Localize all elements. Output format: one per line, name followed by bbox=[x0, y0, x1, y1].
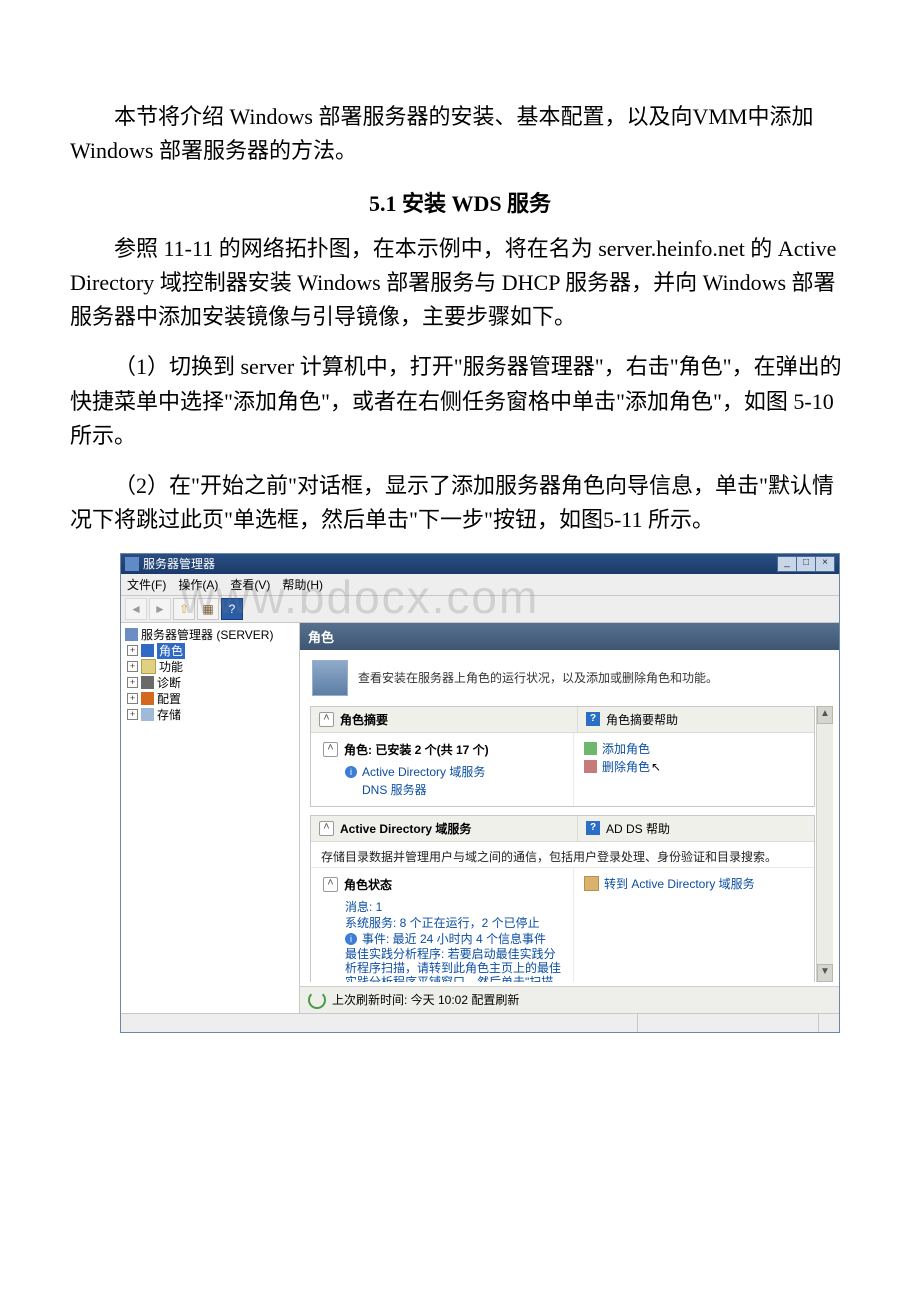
help-icon: ? bbox=[586, 821, 600, 835]
role-status-title: 角色状态 bbox=[344, 876, 392, 893]
scroll-up-icon[interactable]: ▲ bbox=[817, 706, 833, 724]
cursor-icon: ↖ bbox=[651, 760, 661, 774]
messages-link[interactable]: 消息: 1 bbox=[345, 900, 382, 914]
roles-large-icon bbox=[312, 660, 348, 696]
bpa-link[interactable]: 最佳实践分析程序: 若要启动最佳实践分析程序扫描，请转到此角色主页上的最佳实践分… bbox=[345, 947, 561, 982]
menu-bar: 文件(F) 操作(A) 查看(V) 帮助(H) bbox=[121, 574, 839, 596]
vertical-scrollbar[interactable]: ▲ ▼ bbox=[816, 706, 833, 982]
up-folder-button[interactable]: ⇧ bbox=[173, 598, 195, 620]
installed-roles-label: 角色: 已安装 2 个(共 17 个) bbox=[344, 741, 489, 758]
intro-paragraph: 本节将介绍 Windows 部署服务器的安装、基本配置，以及向VMM中添加 Wi… bbox=[70, 100, 850, 168]
content-pane: 角色 查看安装在服务器上角色的运行状况，以及添加或删除角色和功能。 ▲ ▼ bbox=[300, 623, 839, 1013]
nav-forward-button[interactable]: ► bbox=[149, 598, 171, 620]
adds-help-link[interactable]: AD DS 帮助 bbox=[606, 820, 670, 837]
section-heading: 5.1 安装 WDS 服务 bbox=[70, 186, 850, 218]
expand-icon[interactable]: + bbox=[127, 709, 138, 720]
adds-description: 存储目录数据并管理用户与域之间的通信，包括用户登录处理、身份验证和目录搜索。 bbox=[311, 842, 814, 867]
storage-icon bbox=[141, 708, 154, 721]
remove-role-icon bbox=[584, 760, 597, 773]
tree-item-storage[interactable]: + 存储 bbox=[127, 707, 295, 723]
content-header: 角色 bbox=[300, 623, 839, 650]
tree-item-roles[interactable]: + 角色 bbox=[127, 643, 295, 659]
roles-summary-title: 角色摘要 bbox=[340, 711, 388, 728]
figure-5-10: www.bdocx.com 服务器管理器 _ □ × 文件(F) 操作(A) 查… bbox=[70, 553, 850, 1033]
maximize-button[interactable]: □ bbox=[796, 556, 816, 572]
tree-item-configuration[interactable]: + 配置 bbox=[127, 691, 295, 707]
server-icon bbox=[125, 628, 138, 641]
goto-icon bbox=[584, 876, 599, 891]
add-role-icon bbox=[584, 742, 597, 755]
tree-item-diagnostics[interactable]: + 诊断 bbox=[127, 675, 295, 691]
tree-item-features[interactable]: + 功能 bbox=[127, 659, 295, 675]
menu-help[interactable]: 帮助(H) bbox=[282, 576, 323, 593]
services-link[interactable]: 系统服务: 8 个正在运行，2 个已停止 bbox=[345, 916, 540, 930]
step-1-paragraph: （1）切换到 server 计算机中，打开"服务器管理器"，右击"角色"，在弹出… bbox=[70, 350, 850, 452]
role-dns-link[interactable]: DNS 服务器 bbox=[362, 782, 427, 798]
collapse-icon[interactable]: ˄ bbox=[323, 877, 338, 892]
goto-adds-link[interactable]: 转到 Active Directory 域服务 bbox=[604, 876, 755, 892]
configuration-icon bbox=[141, 692, 154, 705]
app-icon bbox=[125, 557, 139, 571]
refresh-icon bbox=[308, 991, 326, 1009]
features-icon bbox=[141, 659, 156, 674]
expand-icon[interactable]: + bbox=[127, 661, 138, 672]
adds-title: Active Directory 域服务 bbox=[340, 820, 471, 837]
remove-role-link[interactable]: 删除角色 bbox=[602, 759, 650, 775]
info-icon: i bbox=[345, 933, 357, 945]
diagnostics-icon bbox=[141, 676, 154, 689]
tree-root[interactable]: 服务器管理器 (SERVER) bbox=[125, 627, 295, 643]
minimize-button[interactable]: _ bbox=[777, 556, 797, 572]
collapse-icon[interactable]: ˄ bbox=[323, 742, 338, 757]
roles-summary-help-link[interactable]: 角色摘要帮助 bbox=[606, 711, 678, 728]
menu-file[interactable]: 文件(F) bbox=[127, 576, 166, 593]
expand-icon[interactable]: + bbox=[127, 645, 138, 656]
scroll-down-icon[interactable]: ▼ bbox=[817, 964, 833, 982]
menu-view[interactable]: 查看(V) bbox=[230, 576, 270, 593]
adds-panel: ˄ Active Directory 域服务 ? AD DS 帮助 存储目录数据… bbox=[310, 815, 815, 982]
reference-paragraph: 参照 11-11 的网络拓扑图，在本示例中，将在名为 server.heinfo… bbox=[70, 232, 850, 334]
help-icon: ? bbox=[586, 712, 600, 726]
menu-action[interactable]: 操作(A) bbox=[178, 576, 218, 593]
close-button[interactable]: × bbox=[815, 556, 835, 572]
info-icon: i bbox=[345, 766, 357, 778]
step-2-paragraph: （2）在"开始之前"对话框，显示了添加服务器角色向导信息，单击"默认情况下将跳过… bbox=[70, 469, 850, 537]
navigation-tree[interactable]: 服务器管理器 (SERVER) + 角色 + 功能 + bbox=[121, 623, 300, 1013]
help-button[interactable]: ? bbox=[221, 598, 243, 620]
toolbar: ◄ ► ⇧ ▦ ? bbox=[121, 596, 839, 623]
collapse-icon[interactable]: ˄ bbox=[319, 821, 334, 836]
status-bar: 上次刷新时间: 今天 10:02 配置刷新 bbox=[300, 986, 839, 1013]
window-title: 服务器管理器 bbox=[143, 555, 215, 572]
content-subtitle: 查看安装在服务器上角色的运行状况，以及添加或删除角色和功能。 bbox=[358, 669, 718, 686]
role-adds-link[interactable]: Active Directory 域服务 bbox=[362, 764, 485, 780]
server-manager-window: www.bdocx.com 服务器管理器 _ □ × 文件(F) 操作(A) 查… bbox=[120, 553, 840, 1033]
expand-icon[interactable]: + bbox=[127, 677, 138, 688]
add-role-link[interactable]: 添加角色 bbox=[602, 741, 650, 757]
properties-button[interactable]: ▦ bbox=[197, 598, 219, 620]
events-link[interactable]: 事件: 最近 24 小时内 4 个信息事件 bbox=[362, 931, 546, 947]
expand-icon[interactable]: + bbox=[127, 693, 138, 704]
roles-summary-panel: ˄ 角色摘要 ? 角色摘要帮助 bbox=[310, 706, 815, 807]
window-titlebar: 服务器管理器 _ □ × bbox=[121, 554, 839, 574]
collapse-icon[interactable]: ˄ bbox=[319, 712, 334, 727]
nav-back-button[interactable]: ◄ bbox=[125, 598, 147, 620]
last-refresh-label[interactable]: 上次刷新时间: 今天 10:02 配置刷新 bbox=[332, 991, 519, 1008]
roles-icon bbox=[141, 644, 154, 657]
